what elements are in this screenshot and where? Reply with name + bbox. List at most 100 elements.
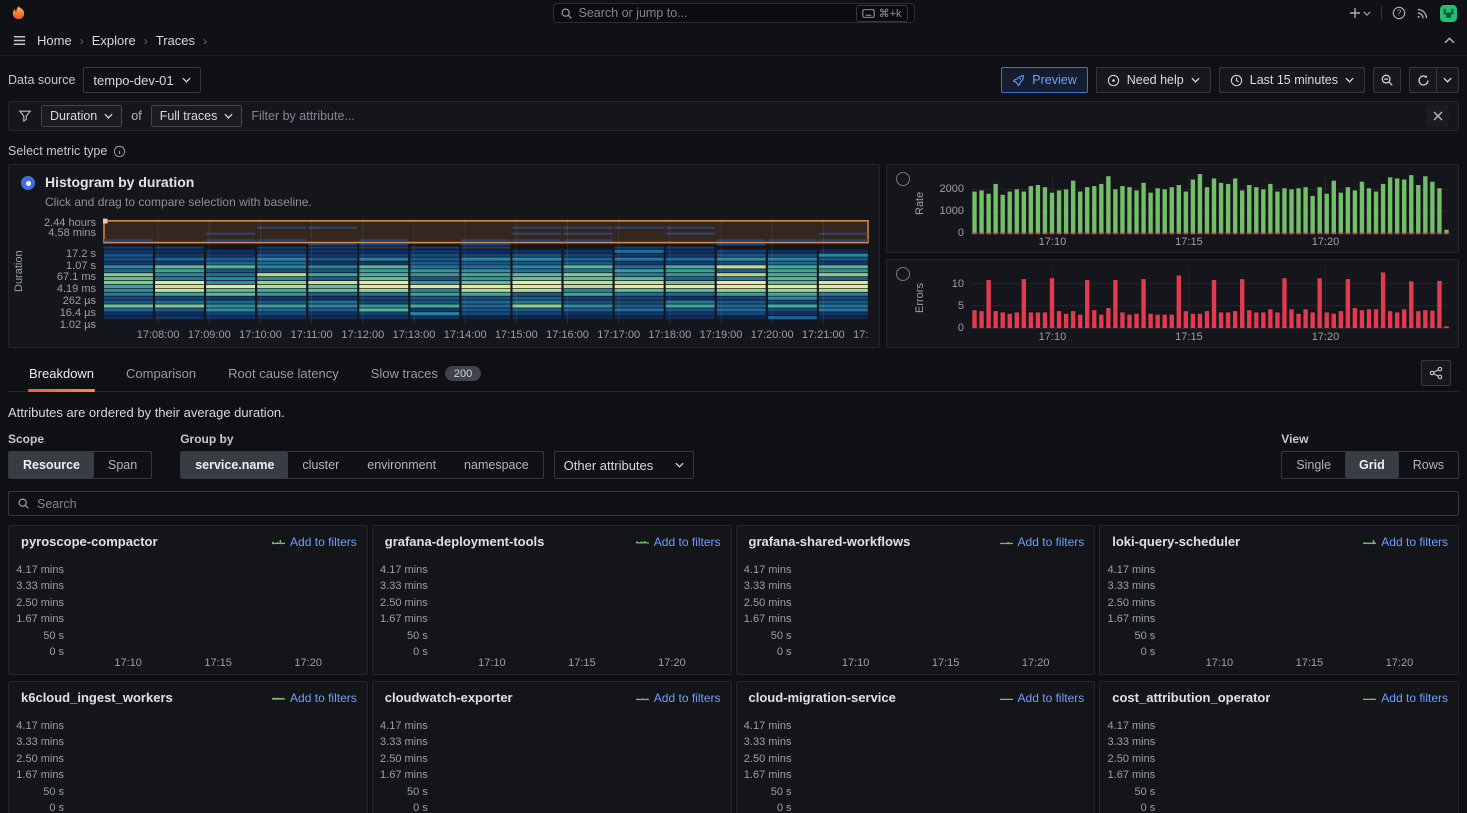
rate-radio[interactable] xyxy=(896,172,910,186)
service-duration-chart: 4.17 mins3.33 mins2.50 mins1.67 mins50 s… xyxy=(1100,711,1448,813)
refresh-interval-dropdown[interactable] xyxy=(1437,67,1459,93)
y-tick-label: 0 s xyxy=(49,646,64,658)
y-tick-label: 4.17 mins xyxy=(380,564,428,576)
attribute-search[interactable] xyxy=(8,491,1459,516)
tab-bar: Breakdown Comparison Root cause latency Slo… xyxy=(28,359,482,391)
trace-type-select[interactable]: Full traces xyxy=(151,105,243,127)
rate-bar-chart xyxy=(971,171,1450,235)
search-plus-icon xyxy=(1000,691,1013,704)
y-tick-label: 50 s xyxy=(1134,630,1155,642)
group-by-option-namespace[interactable]: namespace xyxy=(450,452,543,478)
add-to-filters-button[interactable]: Add to filters xyxy=(636,691,721,705)
search-plus-icon xyxy=(272,535,285,548)
service-title: grafana-deployment-tools xyxy=(385,534,545,549)
y-tick-label: 0 s xyxy=(777,802,792,813)
x-tick-label: 17:20 xyxy=(658,657,686,669)
global-search[interactable]: ⌘+k xyxy=(553,3,915,23)
scope-option-resource[interactable]: Resource xyxy=(9,452,94,478)
breadcrumb-item-traces[interactable]: Traces xyxy=(156,33,195,48)
service-title: cost_attribution_operator xyxy=(1112,690,1270,705)
add-to-filters-button[interactable]: Add to filters xyxy=(1000,691,1085,705)
y-tick-label: 2000 xyxy=(940,183,964,195)
duration-filter-select[interactable]: Duration xyxy=(41,105,122,127)
x-tick-label: 17:17:00 xyxy=(597,329,640,341)
group-by-option-service-name[interactable]: service.name xyxy=(181,452,288,478)
collapse-section-button[interactable] xyxy=(1444,37,1455,44)
service-title: k6cloud_ingest_workers xyxy=(21,690,173,705)
x-tick-label: 17:20 xyxy=(1312,236,1340,248)
user-avatar[interactable] xyxy=(1440,5,1457,22)
x-tick-label: 17:16:00 xyxy=(546,329,589,341)
add-to-filters-button[interactable]: Add to filters xyxy=(1363,691,1448,705)
refresh-button[interactable] xyxy=(1409,67,1437,93)
info-icon[interactable] xyxy=(113,145,126,158)
search-shortcut-hint: ⌘+k xyxy=(856,5,908,22)
group-by-label: Group by xyxy=(180,432,694,446)
preview-button[interactable]: Preview xyxy=(1001,67,1087,93)
group-by-option-environment[interactable]: environment xyxy=(353,452,450,478)
mega-menu-toggle[interactable] xyxy=(12,33,27,48)
add-to-filters-button[interactable]: Add to filters xyxy=(272,535,357,549)
breadcrumb-item-explore[interactable]: Explore xyxy=(92,33,136,48)
datasource-select[interactable]: tempo-dev-01 xyxy=(83,67,200,93)
scope-option-span[interactable]: Span xyxy=(94,452,151,478)
new-menu-button[interactable] xyxy=(1349,7,1371,19)
add-to-filters-button[interactable]: Add to filters xyxy=(272,691,357,705)
tab-breakdown[interactable]: Breakdown xyxy=(28,359,95,391)
help-button[interactable]: ? xyxy=(1392,6,1406,20)
explore-traces-page: Data source tempo-dev-01 Preview Need he… xyxy=(0,67,1467,813)
service-panel-cloudwatch-exporter: cloudwatch-exporter Add to filters 4.17 … xyxy=(372,681,732,813)
y-tick-label: 2.50 mins xyxy=(1108,597,1156,609)
attribute-search-input[interactable] xyxy=(37,497,1450,511)
other-attributes-select[interactable]: Other attributes xyxy=(554,451,695,479)
attribute-filter-input[interactable] xyxy=(251,109,1418,123)
news-button[interactable] xyxy=(1416,6,1430,20)
service-area-chart xyxy=(799,555,1085,654)
breadcrumb-item-home[interactable]: Home xyxy=(37,33,72,48)
x-tick-label: 17:15 xyxy=(1175,236,1203,248)
rocket-icon xyxy=(1012,74,1025,87)
y-tick-label: 5 xyxy=(958,300,964,312)
add-to-filters-button[interactable]: Add to filters xyxy=(636,535,721,549)
y-tick-label: 2.50 mins xyxy=(16,597,64,609)
add-to-filters-button[interactable]: Add to filters xyxy=(1000,535,1085,549)
chevron-down-icon xyxy=(224,113,233,119)
breadcrumb: Home›Explore›Traces› xyxy=(37,33,207,48)
duration-heatmap-chart[interactable] xyxy=(103,217,869,326)
mini-chart-y-axis: 4.17 mins3.33 mins2.50 mins1.67 mins50 s… xyxy=(737,555,799,654)
heatmap-plot[interactable] xyxy=(103,217,869,326)
tab-root-cause-latency[interactable]: Root cause latency xyxy=(227,359,340,391)
search-plus-icon xyxy=(1363,535,1376,548)
global-search-input[interactable] xyxy=(579,6,850,20)
group-by-option-cluster[interactable]: cluster xyxy=(288,452,353,478)
view-option-grid[interactable]: Grid xyxy=(1345,452,1399,478)
y-tick-label: 4.17 mins xyxy=(744,720,792,732)
tab-slow-traces[interactable]: Slow traces200 xyxy=(370,359,483,391)
rate-metric-panel: Rate 200010000 17:1017:1517:20 xyxy=(886,164,1459,253)
y-tick-label: 4.17 mins xyxy=(1108,564,1156,576)
view-option-rows[interactable]: Rows xyxy=(1399,452,1458,478)
mini-chart-y-axis: 4.17 mins3.33 mins2.50 mins1.67 mins50 s… xyxy=(737,711,799,810)
tabs-row: Breakdown Comparison Root cause latency Slo… xyxy=(8,358,1459,392)
add-to-filters-button[interactable]: Add to filters xyxy=(1363,535,1448,549)
histogram-radio[interactable] xyxy=(21,176,35,190)
service-panel-k6cloud-ingest-workers: k6cloud_ingest_workers Add to filters 4.… xyxy=(8,681,368,813)
search-icon xyxy=(560,7,573,20)
share-button[interactable] xyxy=(1421,360,1451,386)
view-option-single[interactable]: Single xyxy=(1282,452,1345,478)
need-help-button[interactable]: Need help xyxy=(1096,67,1211,93)
zoom-out-button[interactable] xyxy=(1373,67,1401,93)
refresh-button-group xyxy=(1409,67,1459,93)
y-tick-label: 1.67 mins xyxy=(744,613,792,625)
scope-label: Scope xyxy=(8,432,152,446)
clear-filters-button[interactable] xyxy=(1427,105,1449,127)
grafana-logo[interactable] xyxy=(10,5,27,22)
tab-comparison[interactable]: Comparison xyxy=(125,359,197,391)
svg-text:?: ? xyxy=(1397,9,1402,18)
y-tick-label: 1000 xyxy=(940,205,964,217)
time-range-picker[interactable]: Last 15 minutes xyxy=(1219,67,1365,93)
keyboard-icon xyxy=(862,9,875,18)
errors-radio[interactable] xyxy=(896,267,910,281)
y-tick-label: 50 s xyxy=(1134,786,1155,798)
plus-icon xyxy=(1349,7,1361,19)
